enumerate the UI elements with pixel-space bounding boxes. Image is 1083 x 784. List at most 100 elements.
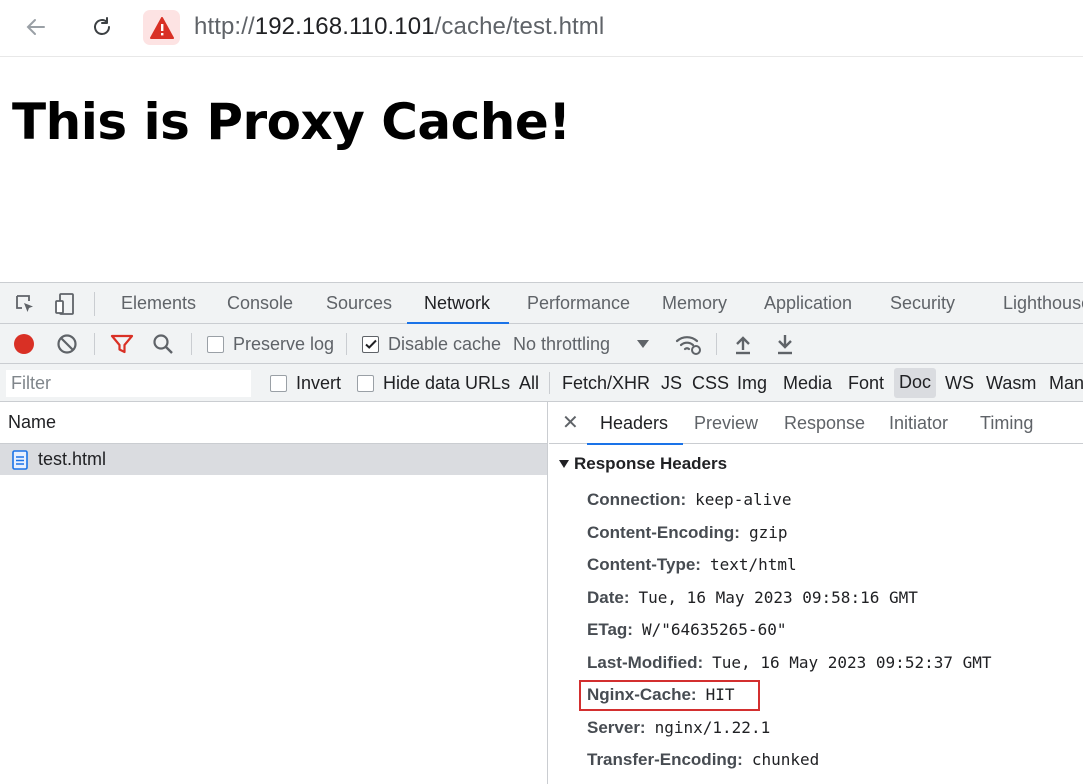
header-row: Connection: keep-alive	[587, 490, 791, 510]
clear-icon	[57, 334, 77, 354]
tab-initiator[interactable]: Initiator	[889, 402, 948, 444]
header-value: chunked	[751, 750, 820, 769]
header-row: Server: nginx/1.22.1	[587, 718, 770, 738]
header-key: ETag:	[587, 620, 633, 639]
divider	[191, 333, 192, 355]
filter-input[interactable]	[6, 370, 251, 397]
document-icon	[12, 449, 28, 470]
filter-toggle-button[interactable]	[110, 332, 134, 356]
filter-type-js[interactable]: JS	[661, 373, 682, 394]
preserve-log-label: Preserve log	[233, 333, 335, 354]
disable-cache-toggle[interactable]: Disable cache	[362, 332, 501, 356]
header-value: gzip	[748, 523, 788, 542]
wifi-settings-icon	[675, 336, 701, 355]
tab-sources[interactable]: Sources	[326, 283, 392, 324]
invert-label: Invert	[296, 373, 342, 393]
not-secure-indicator[interactable]	[143, 10, 180, 45]
back-button[interactable]	[19, 10, 53, 44]
hide-data-urls-checkbox[interactable]	[357, 375, 374, 392]
header-key: Connection:	[587, 490, 687, 509]
header-row: ETag: W/"64635265-60"	[587, 620, 786, 640]
search-icon	[153, 334, 173, 354]
page-heading: This is Proxy Cache!	[12, 93, 571, 151]
divider	[94, 333, 95, 355]
header-row: Last-Modified: Tue, 16 May 2023 09:52:37 …	[587, 653, 992, 673]
divider	[716, 333, 717, 355]
hide-data-urls-toggle[interactable]: Hide data URLs	[357, 373, 510, 394]
filter-type-ws[interactable]: WS	[945, 373, 974, 394]
preserve-log-toggle[interactable]: Preserve log	[207, 332, 334, 356]
filter-type-wasm[interactable]: Wasm	[986, 373, 1036, 394]
tab-performance[interactable]: Performance	[527, 283, 630, 324]
header-value: nginx/1.22.1	[654, 718, 771, 737]
download-icon	[778, 335, 792, 355]
export-har-button[interactable]	[773, 332, 797, 356]
disable-cache-checkbox[interactable]	[362, 335, 379, 353]
dropdown-arrow-icon	[637, 340, 650, 348]
section-title: Response Headers	[574, 454, 728, 473]
header-row: Content-Encoding: gzip	[587, 523, 788, 543]
preserve-log-checkbox[interactable]	[207, 335, 224, 353]
tab-memory[interactable]: Memory	[662, 283, 727, 324]
filter-type-img[interactable]: Img	[737, 373, 767, 394]
arrow-left-icon	[26, 19, 45, 35]
device-toolbar-button[interactable]	[53, 292, 77, 316]
tab-console[interactable]: Console	[227, 283, 293, 324]
divider	[346, 333, 347, 355]
header-row: Content-Type: text/html	[587, 555, 797, 575]
request-details: ✕ Headers Preview Response Initiator Tim…	[549, 402, 1083, 784]
request-row[interactable]: test.html	[0, 444, 547, 475]
devtools-tabbar: Elements Console Sources Network Perform…	[0, 283, 1083, 324]
throttling-value: No throttling	[513, 333, 611, 354]
invert-checkbox[interactable]	[270, 375, 287, 392]
disable-cache-label: Disable cache	[388, 333, 502, 354]
filter-type-manifest[interactable]: Manifest	[1049, 373, 1083, 394]
header-key: Date:	[587, 588, 630, 607]
address-bar[interactable]: http://192.168.110.101/cache/test.html	[194, 13, 604, 41]
devtools-panel: Elements Console Sources Network Perform…	[0, 282, 1083, 784]
record-button[interactable]	[12, 332, 36, 356]
tab-preview[interactable]: Preview	[694, 402, 758, 444]
tab-lighthouse[interactable]: Lighthouse	[1003, 283, 1083, 324]
inspect-element-button[interactable]	[13, 292, 37, 316]
tab-elements[interactable]: Elements	[121, 283, 196, 324]
tab-timing[interactable]: Timing	[980, 402, 1033, 444]
filter-type-css[interactable]: CSS	[692, 373, 729, 394]
divider	[94, 292, 95, 316]
filter-type-all[interactable]: All	[519, 373, 539, 394]
header-key: Transfer-Encoding:	[587, 750, 743, 769]
page-content: This is Proxy Cache!	[0, 58, 1083, 282]
clear-button[interactable]	[55, 332, 79, 356]
header-key: Server:	[587, 718, 646, 737]
header-row: Transfer-Encoding: chunked	[587, 750, 819, 770]
tab-response[interactable]: Response	[784, 402, 865, 444]
filter-type-font[interactable]: Font	[848, 373, 884, 394]
collapse-triangle-icon	[559, 460, 569, 468]
header-key: Content-Type:	[587, 555, 701, 574]
hide-data-urls-label: Hide data URLs	[383, 373, 511, 393]
header-key: Last-Modified:	[587, 653, 704, 672]
header-row: Date: Tue, 16 May 2023 09:58:16 GMT	[587, 588, 918, 608]
inspect-icon	[16, 295, 33, 312]
tab-headers[interactable]: Headers	[586, 402, 684, 445]
import-har-button[interactable]	[731, 332, 755, 356]
throttling-select[interactable]: No throttling	[513, 332, 650, 356]
header-value: text/html	[709, 555, 797, 574]
tab-network[interactable]: Network	[406, 283, 510, 324]
close-details-button[interactable]: ✕	[562, 410, 579, 435]
filter-type-media[interactable]: Media	[783, 373, 832, 394]
search-button[interactable]	[151, 332, 175, 356]
highlight-annotation-box	[579, 680, 760, 711]
request-list: Name test.html	[0, 402, 548, 784]
network-conditions-button[interactable]	[675, 332, 703, 356]
tab-security[interactable]: Security	[890, 283, 955, 324]
reload-button[interactable]	[85, 10, 119, 44]
network-filter-bar: Invert Hide data URLs All Fetch/XHR JS C…	[0, 364, 1083, 402]
response-headers-section[interactable]: Response Headers	[559, 454, 727, 474]
filter-type-fetch-xhr[interactable]: Fetch/XHR	[562, 373, 650, 394]
filter-type-doc[interactable]: Doc	[894, 368, 937, 398]
warning-icon	[149, 16, 174, 39]
name-column-header[interactable]: Name	[0, 402, 547, 444]
invert-toggle[interactable]: Invert	[270, 373, 341, 394]
tab-application[interactable]: Application	[764, 283, 852, 324]
